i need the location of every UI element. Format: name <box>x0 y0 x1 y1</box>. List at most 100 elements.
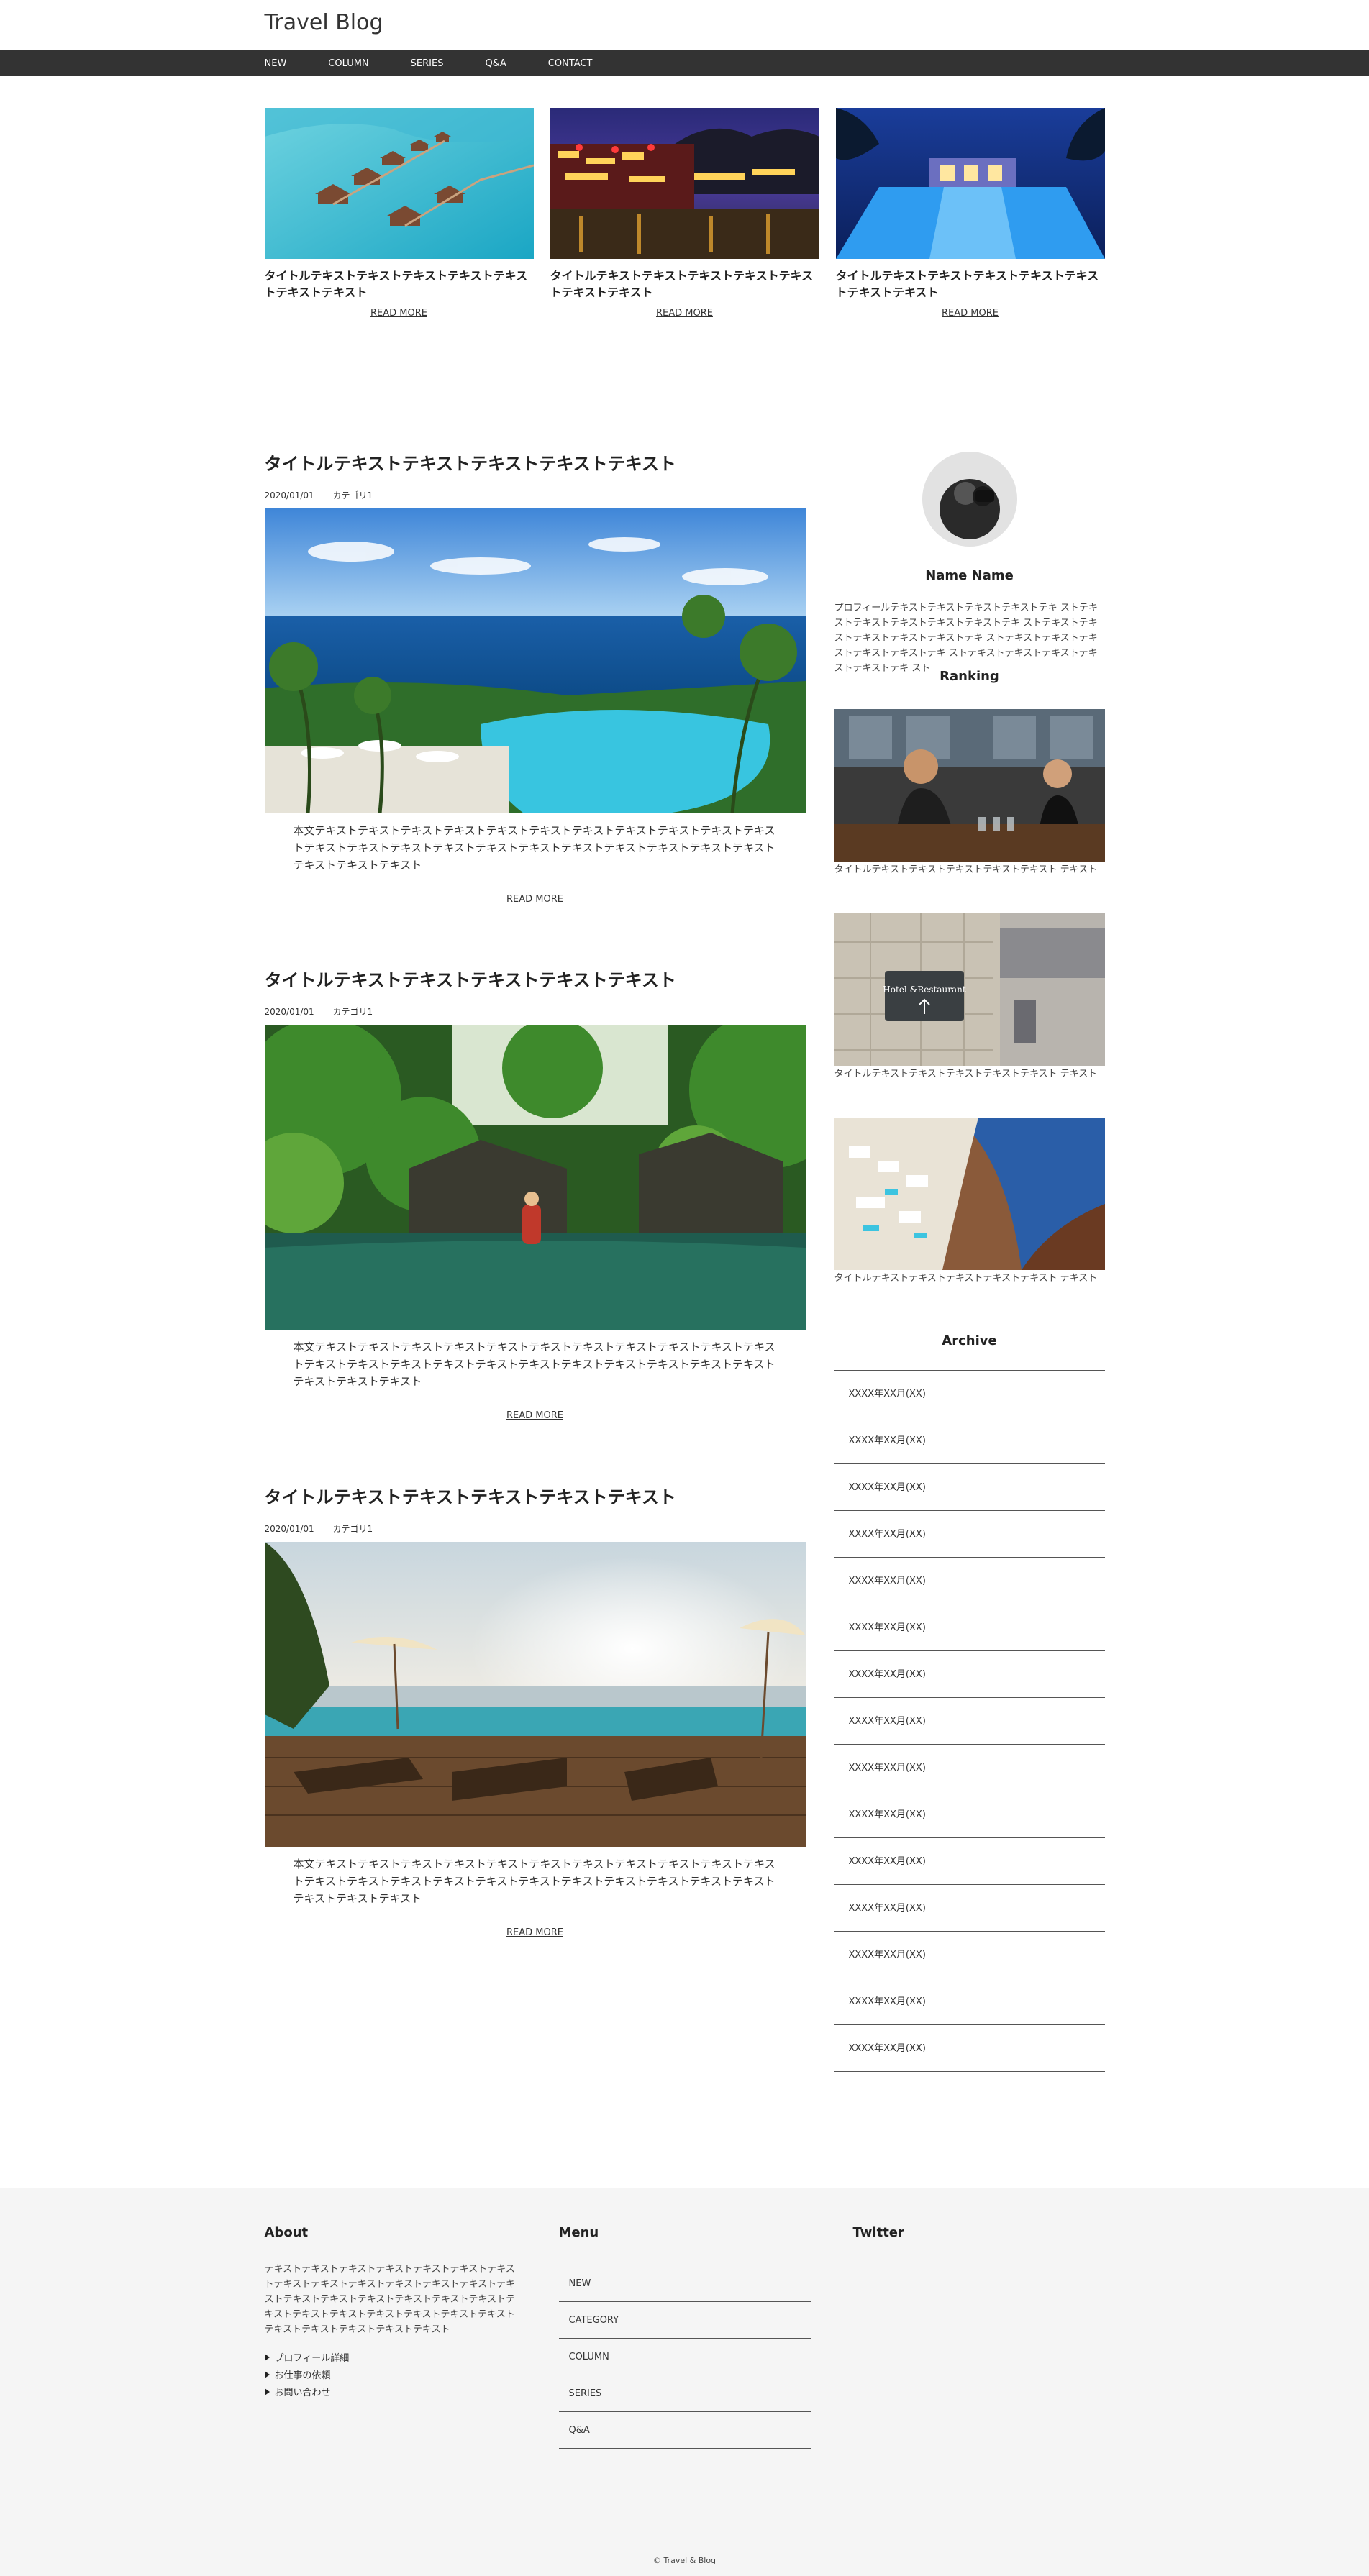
ranking-image-stone-wall-signboard[interactable]: Hotel &Restaurant <box>834 913 1105 1066</box>
footer-menu-item-new[interactable]: NEW <box>558 2265 811 2302</box>
archive-item[interactable]: XXXX年XX月(XX) <box>834 1838 1105 1885</box>
article-title[interactable]: タイトルテキストテキストテキストテキストテキスト <box>265 968 806 992</box>
pickup-title[interactable]: タイトルテキストテキストテキストテキストテキストテキストテキスト <box>265 268 534 301</box>
profile-text: プロフィールテキストテキストテキストテキストテキ ストテキストテキストテキストテ… <box>834 603 1098 674</box>
article-card: タイトルテキストテキストテキストテキストテキスト 2020/01/01 カテゴリ… <box>264 968 806 1421</box>
ranking-heading: Ranking <box>940 669 999 684</box>
article-body: 本文テキストテキストテキストテキストテキストテキストテキストテキストテキストテキ… <box>293 1858 776 1905</box>
nav-item-series[interactable]: SERIES <box>411 58 444 69</box>
footer-menu-item-column[interactable]: COLUMN <box>558 2339 811 2375</box>
footer-menu-heading: Menu <box>558 2225 599 2240</box>
pickup-image-overwater-bungalows[interactable] <box>264 108 534 259</box>
footer-about-text: テキストテキストテキストテキストテキストテキストテキストテキストテキストテキスト… <box>264 2264 516 2335</box>
article-category[interactable]: カテゴリ1 <box>333 490 373 501</box>
article-meta: 2020/01/01 カテゴリ1 <box>265 1005 806 1018</box>
archive-item[interactable]: XXXX年XX月(XX) <box>834 1604 1105 1651</box>
profile-widget: Name Name プロフィールテキストテキストテキストテキストテキ ストテキス… <box>834 452 1105 676</box>
archive-item[interactable]: XXXX年XX月(XX) <box>834 1651 1105 1698</box>
archive-item[interactable]: XXXX年XX月(XX) <box>834 1791 1105 1838</box>
ranking-caption[interactable]: タイトルテキストテキストテキストテキストテキスト テキスト <box>834 863 1105 877</box>
footer-menu-item-series[interactable]: SERIES <box>558 2375 811 2412</box>
nav-item-contact[interactable]: CONTACT <box>548 58 593 69</box>
archive-item[interactable]: XXXX年XX月(XX) <box>834 1371 1105 1417</box>
ranking-item[interactable]: Hotel &Restaurant タイトルテキストテキストテキストテキストテキ… <box>834 913 1105 1081</box>
article-meta: 2020/01/01 カテゴリ1 <box>265 489 806 501</box>
ranking-caption[interactable]: タイトルテキストテキストテキストテキストテキスト テキスト <box>834 1067 1105 1081</box>
archive-item[interactable]: XXXX年XX月(XX) <box>834 1558 1105 1604</box>
article-body: 本文テキストテキストテキストテキストテキストテキストテキストテキストテキストテキ… <box>293 824 776 872</box>
article-title[interactable]: タイトルテキストテキストテキストテキストテキスト <box>265 1485 806 1509</box>
footer-link-profile[interactable]: プロフィール詳細 <box>264 2350 517 2367</box>
ranking-image-bar-bartenders[interactable] <box>834 709 1105 862</box>
archive-item[interactable]: XXXX年XX月(XX) <box>834 1932 1105 1978</box>
footer-link-work-request[interactable]: お仕事の依頼 <box>264 2367 517 2385</box>
triangle-right-icon <box>264 2388 270 2395</box>
profile-name: Name Name <box>925 568 1014 583</box>
ranking-caption[interactable]: タイトルテキストテキストテキストテキストテキスト テキスト <box>834 1271 1105 1285</box>
pickup-card[interactable]: タイトルテキストテキストテキストテキストテキストテキストテキスト READ MO… <box>550 108 819 319</box>
site-title[interactable]: Travel Blog <box>265 10 383 35</box>
ranking-item[interactable]: タイトルテキストテキストテキストテキストテキスト テキスト <box>834 1118 1105 1285</box>
nav-item-new[interactable]: NEW <box>265 58 287 69</box>
footer-link-label: プロフィール詳細 <box>274 2353 350 2364</box>
footer-twitter-heading: Twitter <box>852 2225 904 2240</box>
article-category[interactable]: カテゴリ1 <box>333 1524 373 1534</box>
footer-about-links: プロフィール詳細 お仕事の依頼 お問い合わせ <box>264 2350 517 2402</box>
archive-item[interactable]: XXXX年XX月(XX) <box>834 1464 1105 1511</box>
archive-list: XXXX年XX月(XX) XXXX年XX月(XX) XXXX年XX月(XX) X… <box>834 1370 1105 2072</box>
nav-item-qa[interactable]: Q&A <box>485 58 506 69</box>
copyright: © Travel & Blog <box>652 2556 717 2565</box>
archive-widget: Archive XXXX年XX月(XX) XXXX年XX月(XX) XXXX年X… <box>834 1333 1105 2072</box>
read-more-link[interactable]: READ MORE <box>265 1927 806 1938</box>
article-title[interactable]: タイトルテキストテキストテキストテキストテキスト <box>265 452 806 476</box>
archive-item[interactable]: XXXX年XX月(XX) <box>834 1417 1105 1464</box>
article-date: 2020/01/01 <box>264 1007 314 1017</box>
triangle-right-icon <box>264 2354 270 2361</box>
footer-twitter: Twitter <box>853 2225 1105 2240</box>
footer-about-heading: About <box>264 2225 309 2240</box>
footer-link-contact[interactable]: お問い合わせ <box>264 2385 517 2402</box>
pickup-image-night-pool-resort[interactable] <box>835 108 1105 259</box>
archive-item[interactable]: XXXX年XX月(XX) <box>834 2025 1105 2072</box>
site-header: Travel Blog <box>0 0 1369 50</box>
footer-link-label: お問い合わせ <box>274 2388 331 2398</box>
archive-item[interactable]: XXXX年XX月(XX) <box>834 1511 1105 1558</box>
article-date: 2020/01/01 <box>264 490 314 501</box>
read-more-link[interactable]: READ MORE <box>836 308 1105 319</box>
footer-menu-item-category[interactable]: CATEGORY <box>558 2302 811 2339</box>
article-category[interactable]: カテゴリ1 <box>333 1007 373 1017</box>
site-footer: About テキストテキストテキストテキストテキストテキストテキストテキストテキ… <box>0 2188 1369 2576</box>
ranking-item[interactable]: タイトルテキストテキストテキストテキストテキスト テキスト <box>834 709 1105 877</box>
pickup-card[interactable]: タイトルテキストテキストテキストテキストテキストテキストテキスト READ MO… <box>835 108 1105 319</box>
article-meta: 2020/01/01 カテゴリ1 <box>265 1522 806 1535</box>
content-area: タイトルテキストテキストテキストテキストテキスト 2020/01/01 カテゴリ… <box>264 328 1105 2191</box>
global-nav: NEW COLUMN SERIES Q&A CONTACT <box>0 50 1369 76</box>
triangle-right-icon <box>264 2371 270 2378</box>
pickup-section: タイトルテキストテキストテキストテキストテキストテキストテキスト READ MO… <box>264 76 1105 328</box>
archive-item[interactable]: XXXX年XX月(XX) <box>834 1885 1105 1932</box>
pickup-card[interactable]: タイトルテキストテキストテキストテキストテキストテキストテキスト READ MO… <box>264 108 534 319</box>
article-image-ocean-infinity-pool[interactable] <box>264 508 806 813</box>
footer-menu: Menu NEW CATEGORY COLUMN SERIES Q&A <box>558 2225 811 2449</box>
archive-item[interactable]: XXXX年XX月(XX) <box>834 1698 1105 1745</box>
nav-item-column[interactable]: COLUMN <box>328 58 368 69</box>
article-image-jungle-pool-woman[interactable] <box>264 1025 806 1330</box>
pickup-image-night-lake-town[interactable] <box>550 108 819 259</box>
archive-item[interactable]: XXXX年XX月(XX) <box>834 1978 1105 2025</box>
pickup-title[interactable]: タイトルテキストテキストテキストテキストテキストテキストテキスト <box>836 268 1105 301</box>
read-more-link[interactable]: READ MORE <box>550 308 819 319</box>
footer-menu-item-qa[interactable]: Q&A <box>558 2412 811 2449</box>
article-card: タイトルテキストテキストテキストテキストテキスト 2020/01/01 カテゴリ… <box>264 1485 806 1938</box>
pickup-title[interactable]: タイトルテキストテキストテキストテキストテキストテキストテキスト <box>550 268 819 301</box>
archive-item[interactable]: XXXX年XX月(XX) <box>834 1745 1105 1791</box>
read-more-link[interactable]: READ MORE <box>265 308 534 319</box>
read-more-link[interactable]: READ MORE <box>265 894 806 905</box>
footer-about: About テキストテキストテキストテキストテキストテキストテキストテキストテキ… <box>264 2225 517 2402</box>
ranking-image-cliffside-village-sea[interactable] <box>834 1118 1105 1270</box>
article-body: 本文テキストテキストテキストテキストテキストテキストテキストテキストテキストテキ… <box>293 1340 776 1388</box>
avatar[interactable] <box>922 452 1017 547</box>
read-more-link[interactable]: READ MORE <box>265 1410 806 1421</box>
footer-menu-list: NEW CATEGORY COLUMN SERIES Q&A <box>558 2265 811 2449</box>
article-image-sunset-deck-loungers[interactable] <box>264 1542 806 1847</box>
article-date: 2020/01/01 <box>264 1524 314 1534</box>
